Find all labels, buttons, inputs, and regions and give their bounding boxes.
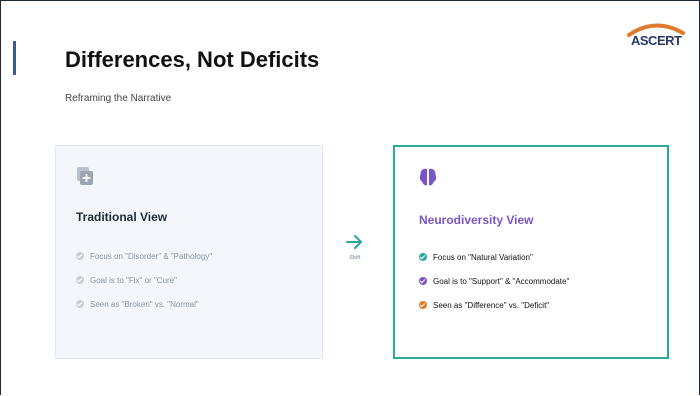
list-item: Focus on "Natural Variation" — [419, 249, 569, 265]
list-item: Seen as "Difference" vs. "Deficit" — [419, 297, 569, 313]
traditional-view-list: Focus on "Disorder" & "Pathology" Goal i… — [76, 248, 212, 320]
accent-bar — [13, 41, 16, 75]
list-item: Seen as "Broken" vs. "Normal" — [76, 296, 212, 312]
list-item: Focus on "Disorder" & "Pathology" — [76, 248, 212, 264]
traditional-view-title: Traditional View — [76, 210, 168, 224]
check-circle-icon — [419, 253, 427, 261]
list-item-text: Goal is to "Support" & "Accommodate" — [433, 276, 570, 286]
shift-indicator: Shift — [343, 235, 367, 261]
traditional-view-card: Traditional View Focus on "Disorder" & "… — [55, 145, 323, 359]
check-circle-icon — [76, 252, 84, 260]
check-circle-icon — [76, 276, 84, 284]
list-item-text: Focus on "Natural Variation" — [433, 252, 533, 262]
list-item-text: Seen as "Difference" vs. "Deficit" — [433, 300, 550, 310]
medical-plus-icon — [76, 166, 94, 191]
neurodiversity-view-card: Neurodiversity View Focus on "Natural Va… — [393, 145, 669, 359]
list-item-text: Focus on "Disorder" & "Pathology" — [90, 251, 213, 261]
check-circle-icon — [419, 301, 427, 309]
brain-icon — [419, 167, 437, 192]
logo-text: ASCERT — [631, 33, 682, 48]
list-item-text: Goal is to "Fix" or "Cure" — [90, 275, 177, 285]
neurodiversity-view-title: Neurodiversity View — [419, 213, 534, 227]
arrow-right-icon — [346, 235, 362, 249]
check-circle-icon — [76, 300, 84, 308]
list-item: Goal is to "Support" & "Accommodate" — [419, 273, 569, 289]
list-item: Goal is to "Fix" or "Cure" — [76, 272, 212, 288]
ascert-logo: ASCERT — [625, 19, 687, 55]
slide-title: Differences, Not Deficits — [65, 47, 320, 72]
shift-label: Shift — [349, 255, 361, 261]
slide-subtitle: Reframing the Narrative — [65, 93, 172, 104]
check-circle-icon — [419, 277, 427, 285]
neurodiversity-view-list: Focus on "Natural Variation" Goal is to … — [419, 249, 569, 321]
slide: Differences, Not Deficits Reframing the … — [0, 0, 700, 395]
list-item-text: Seen as "Broken" vs. "Normal" — [90, 299, 199, 309]
